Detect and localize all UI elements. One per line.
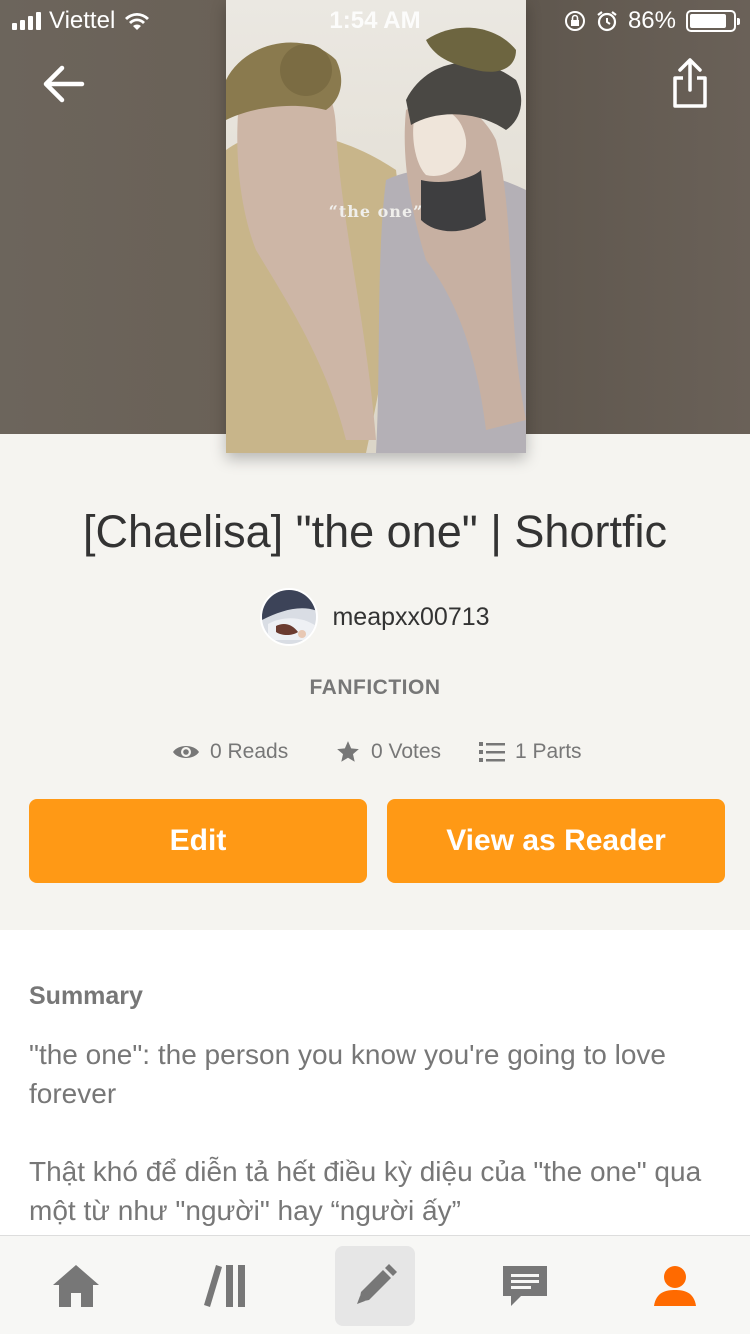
reads-count: 0 Reads xyxy=(210,740,289,763)
cover-image[interactable]: “the one” xyxy=(226,0,526,453)
author-name[interactable]: meapxx00713 xyxy=(332,603,489,632)
list-icon xyxy=(479,742,505,762)
summary-section: Summary "the one": the person you know y… xyxy=(0,930,750,1235)
summary-paragraph: "the one": the person you know you're go… xyxy=(29,1039,666,1109)
category-label[interactable]: FANFICTION xyxy=(0,676,750,700)
write-icon xyxy=(357,1264,397,1304)
summary-paragraph: Thật khó để diễn tả hết điều kỳ diệu của… xyxy=(29,1156,702,1226)
library-icon xyxy=(204,1265,245,1307)
status-bar: Viettel 1:54 AM 86% xyxy=(0,0,750,40)
edit-button[interactable]: Edit xyxy=(29,799,367,883)
rotation-lock-icon xyxy=(564,11,585,31)
status-right: 86% xyxy=(564,7,740,35)
votes-stat: 0 Votes xyxy=(335,736,441,768)
tab-profile[interactable] xyxy=(635,1246,715,1326)
author-row[interactable]: meapxx00713 xyxy=(0,588,750,646)
battery-percent: 86% xyxy=(627,7,676,34)
tab-write[interactable] xyxy=(335,1246,415,1326)
reads-stat: 0 Reads xyxy=(172,736,288,768)
alarm-icon xyxy=(597,11,617,32)
cover-illustration xyxy=(226,0,526,453)
back-button[interactable] xyxy=(38,58,90,110)
parts-count: 1 Parts xyxy=(515,740,582,763)
arrow-left-icon xyxy=(43,65,85,103)
home-icon xyxy=(53,1265,99,1307)
summary-heading: Summary xyxy=(29,982,143,1010)
messages-icon xyxy=(503,1266,547,1306)
parts-stat: 1 Parts xyxy=(479,736,582,768)
tab-messages[interactable] xyxy=(485,1246,565,1326)
summary-text: "the one": the person you know you're go… xyxy=(29,1035,719,1235)
tab-home[interactable] xyxy=(36,1246,116,1326)
cover-title-text: “the one” xyxy=(328,202,424,221)
profile-icon xyxy=(654,1266,696,1306)
share-icon xyxy=(673,58,707,108)
view-as-reader-button[interactable]: View as Reader xyxy=(387,799,725,883)
battery-icon xyxy=(686,10,740,32)
votes-count: 0 Votes xyxy=(371,740,442,763)
eye-icon xyxy=(173,746,199,758)
story-title: [Chaelisa] "the one" | Shortfic xyxy=(83,506,667,557)
avatar[interactable] xyxy=(260,588,319,646)
tab-library[interactable] xyxy=(186,1246,266,1326)
stats-row: 0 Reads 0 Votes 1 Parts xyxy=(0,736,750,768)
share-button[interactable] xyxy=(670,56,710,112)
star-icon xyxy=(337,741,359,762)
bottom-tab-bar xyxy=(0,1235,750,1334)
